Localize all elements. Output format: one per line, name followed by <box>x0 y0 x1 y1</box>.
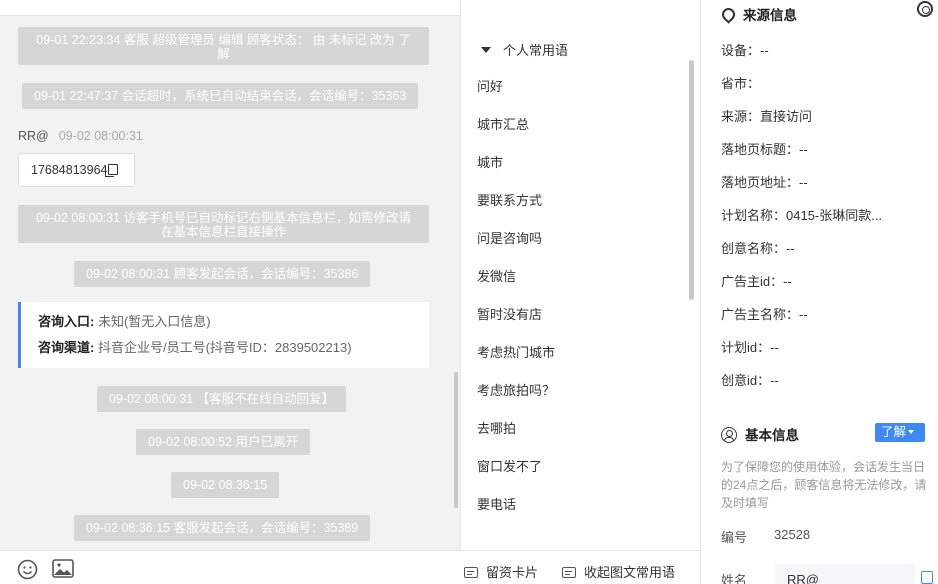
customer-id-row: 编号 32528 <box>721 527 810 546</box>
phrase-item[interactable]: 发微信 <box>477 258 555 296</box>
phrase-item[interactable]: 要电话 <box>477 486 555 524</box>
phrase-list: 问好 城市汇总 城市 要联系方式 问是咨询吗 发微信 暂时没有店 考虑热门城市 … <box>477 68 555 524</box>
system-message: 09-02 08:36:15 客服发起会话，会话编号：35389 <box>74 515 371 541</box>
phrase-item[interactable]: 问是咨询吗 <box>477 220 555 258</box>
system-message: 09-02 08:36:15 <box>171 472 280 498</box>
entry-row: 咨询入口: 未知(暂无入口信息) <box>38 309 429 335</box>
user-circle-icon <box>721 427 737 443</box>
settings-icon[interactable] <box>917 1 933 17</box>
source-field: 落地页标题：-- <box>721 142 808 157</box>
customer-id-value: 32528 <box>774 527 811 542</box>
common-phrases-panel: 个人常用语 问好 城市汇总 城市 要联系方式 问是咨询吗 发微信 暂时没有店 考… <box>460 0 700 550</box>
card-icon <box>464 567 478 578</box>
location-pin-icon <box>721 8 735 23</box>
basic-info-header: 基本信息 <box>721 424 799 444</box>
caret-down-icon <box>908 430 915 434</box>
system-message-line: 09-01 22:23:34 客服 超级管理员 编辑 顾客状态： 由 未标记 改… <box>36 33 411 47</box>
customer-id-label: 编号 <box>721 530 748 545</box>
system-message: 09-02 08:00:31 【客服不在线自动回复】 <box>97 386 347 412</box>
phone-message-bubble[interactable]: 17684813964 <box>18 153 135 187</box>
phrase-item[interactable]: 城市 <box>477 144 555 182</box>
source-field: 创意名称：-- <box>721 241 795 256</box>
source-field-list: 设备：-- 省市： 来源：直接访问 落地页标题：-- 落地页地址：-- 计划名称… <box>721 34 882 397</box>
customer-name-label: 姓名 <box>721 573 748 584</box>
system-message: 09-01 22:23:34 客服 超级管理员 编辑 顾客状态： 由 未标记 改… <box>18 27 429 65</box>
collapse-phrases-label: 收起图文常用语 <box>584 565 676 580</box>
phrase-item[interactable]: 问好 <box>477 68 555 106</box>
image-icon[interactable] <box>52 559 74 578</box>
phrase-item[interactable]: 考虑旅拍吗？ <box>477 372 555 410</box>
source-info-header: 来源信息 <box>721 4 797 24</box>
source-field: 落地页地址：-- <box>721 175 808 190</box>
collapse-phrases-button[interactable]: 收起图文常用语 <box>562 551 675 584</box>
system-message-line: 09-02 08:00:31 访客手机号已自动标记右侧基本信息栏，如需修改请 <box>35 211 412 225</box>
copy-icon[interactable] <box>105 164 119 177</box>
source-field: 计划名称：0415-张琳同款... <box>721 208 883 223</box>
message-time: 09-02 08:00:31 <box>58 129 143 143</box>
phrase-item[interactable]: 城市汇总 <box>477 106 555 144</box>
chat-scrollbar[interactable] <box>454 372 458 508</box>
customer-name-input[interactable] <box>775 564 915 584</box>
phone-number: 17684813964 <box>31 163 108 177</box>
channel-value: 抖音企业号/员工号(抖音号ID：2839502213) <box>97 340 352 355</box>
phrase-item[interactable]: 要联系方式 <box>477 182 555 220</box>
phrase-scrollbar[interactable] <box>689 60 694 300</box>
source-field: 创意id：-- <box>721 373 779 388</box>
source-info-title: 来源信息 <box>743 8 797 23</box>
phrase-item[interactable]: 窗口发不了 <box>477 448 555 486</box>
source-field: 广告主名称：-- <box>721 307 808 322</box>
chat-toolbar: 留资卡片 收起图文常用语 <box>0 550 700 584</box>
edit-deadline-notice: 为了保障您的使用体验，会话发生当日的24点之后，顾客信息将无法修改，请及时填写 <box>721 460 927 510</box>
caret-down-icon <box>481 47 491 53</box>
phrase-item[interactable]: 暂时没有店 <box>477 296 555 334</box>
channel-label: 咨询渠道: <box>38 340 95 355</box>
source-field: 省市： <box>721 76 761 91</box>
source-field: 计划id：-- <box>721 340 779 355</box>
entry-value: 未知(暂无入口信息) <box>97 314 211 329</box>
system-message: 09-01 22:47:37 会话超时，系统已自动结束会话，会话编号：35363 <box>22 83 419 109</box>
phrase-group-header[interactable]: 个人常用语 <box>481 40 568 59</box>
learn-more-button[interactable]: 了解 <box>875 423 925 442</box>
system-message: 09-02 08:00:31 顾客发起会话，会话编号：35386 <box>74 261 371 287</box>
smile-icon[interactable] <box>17 559 38 580</box>
customer-name-row: 姓名 <box>721 570 747 584</box>
edit-icon[interactable] <box>921 571 933 584</box>
entry-label: 咨询入口: <box>38 314 95 329</box>
channel-row: 咨询渠道: 抖音企业号/员工号(抖音号ID：2839502213) <box>38 335 429 361</box>
system-message-line: 解 <box>217 47 230 61</box>
basic-info-title: 基本信息 <box>745 428 799 443</box>
lead-card-label: 留资卡片 <box>486 565 539 580</box>
source-field: 来源：直接访问 <box>721 109 813 124</box>
chat-panel: 09-01 22:23:34 客服 超级管理员 编辑 顾客状态： 由 未标记 改… <box>0 0 460 550</box>
phrase-item[interactable]: 考虑热门城市 <box>477 334 555 372</box>
consult-entry-card: 咨询入口: 未知(暂无入口信息) 咨询渠道: 抖音企业号/员工号(抖音号ID：2… <box>18 302 429 368</box>
chat-top-edge <box>0 0 460 16</box>
phrases-icon <box>562 567 576 578</box>
sender-name: RR@ <box>18 129 49 143</box>
phrase-item[interactable]: 去哪拍 <box>477 410 555 448</box>
system-message: 09-02 08:00:31 访客手机号已自动标记右侧基本信息栏，如需修改请 在… <box>18 205 429 243</box>
learn-more-label: 了解 <box>881 425 907 439</box>
source-field: 广告主id：-- <box>721 274 792 289</box>
phrase-group-title: 个人常用语 <box>503 43 569 58</box>
system-message: 09-02 08:00:52 用户已离开 <box>136 429 311 455</box>
source-field: 设备：-- <box>721 43 769 58</box>
system-message-line: 在基本信息栏直接操作 <box>160 225 286 239</box>
message-sender: RR@ 09-02 08:00:31 <box>18 129 143 143</box>
lead-card-button[interactable]: 留资卡片 <box>464 551 538 584</box>
customer-info-panel: 来源信息 设备：-- 省市： 来源：直接访问 落地页标题：-- 落地页地址：--… <box>700 0 938 584</box>
